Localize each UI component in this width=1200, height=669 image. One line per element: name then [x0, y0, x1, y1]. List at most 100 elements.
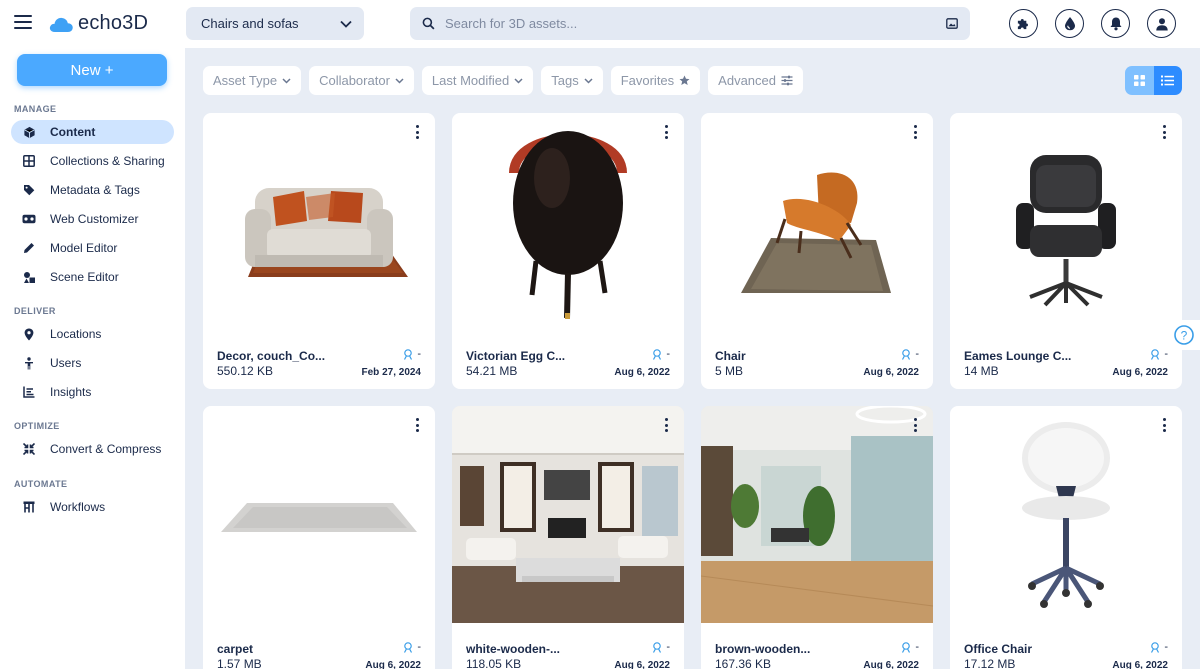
more-options-icon[interactable] — [413, 125, 421, 139]
drop-icon[interactable] — [1055, 9, 1084, 38]
asset-size: 17.12 MB — [964, 657, 1016, 669]
person-icon — [22, 356, 36, 370]
asset-size: 54.21 MB — [466, 364, 518, 378]
filter-label: Last Modified — [431, 73, 510, 88]
asset-size: 5 MB — [715, 364, 744, 378]
filter-label: Advanced — [718, 73, 776, 88]
sidebar-item-convert[interactable]: Convert & Compress — [11, 437, 174, 461]
bar-chart-icon — [22, 385, 36, 399]
sidebar-item-label: Content — [50, 125, 96, 139]
collaborator-icon — [404, 348, 413, 360]
vr-headset-icon — [22, 212, 36, 226]
filter-tags[interactable]: Tags — [541, 66, 603, 95]
user-icon[interactable] — [1147, 9, 1176, 38]
more-options-icon[interactable] — [662, 125, 670, 139]
asset-card[interactable]: Eames Lounge C... - 14 MB Aug 6, 2022 — [950, 113, 1182, 389]
asset-date: Aug 6, 2022 — [365, 660, 421, 669]
asset-size: 1.57 MB — [217, 657, 262, 669]
sidebar-item-content[interactable]: Content — [11, 120, 174, 144]
hamburger-menu-icon[interactable] — [14, 15, 32, 31]
puzzle-icon[interactable] — [1009, 9, 1038, 38]
collaborator-indicator: - — [901, 641, 919, 653]
filter-advanced[interactable]: Advanced — [708, 66, 803, 95]
asset-thumbnail-chair — [741, 172, 891, 293]
sidebar-item-users[interactable]: Users — [11, 351, 174, 375]
sidebar-item-label: Collections & Sharing — [50, 154, 165, 168]
asset-name: Chair — [715, 349, 746, 363]
cloud-logo-icon — [49, 17, 73, 32]
asset-name: Victorian Egg C... — [466, 349, 566, 363]
collaborator-value: - — [915, 348, 919, 360]
sidebar-item-label: Locations — [50, 327, 102, 341]
grid-view-icon[interactable] — [1125, 66, 1154, 95]
sidebar-item-label: Metadata & Tags — [50, 183, 140, 197]
section-label-manage: MANAGE — [14, 104, 57, 114]
filter-asset-type[interactable]: Asset Type — [203, 66, 302, 95]
asset-name: carpet — [217, 642, 254, 656]
asset-thumbnail-office-chair — [1022, 422, 1110, 608]
filter-label: Tags — [551, 73, 579, 88]
sidebar-item-label: Workflows — [50, 500, 106, 514]
chevron-down-icon — [514, 77, 523, 84]
image-search-icon[interactable] — [946, 18, 958, 29]
sidebar-item-collections[interactable]: Collections & Sharing — [11, 149, 174, 173]
sidebar-item-web-customizer[interactable]: Web Customizer — [11, 207, 174, 231]
sidebar: New + MANAGE Content Collections & Shari… — [0, 48, 185, 669]
asset-card[interactable]: Chair - 5 MB Aug 6, 2022 — [701, 113, 933, 389]
asset-size: 14 MB — [964, 364, 999, 378]
filter-label: Favorites — [620, 73, 675, 88]
collaborator-indicator: - — [403, 348, 421, 360]
more-options-icon[interactable] — [911, 418, 919, 432]
sidebar-item-metadata[interactable]: Metadata & Tags — [11, 178, 174, 202]
more-options-icon[interactable] — [1160, 418, 1168, 432]
collaborator-icon — [653, 641, 662, 653]
section-label-deliver: DELIVER — [14, 306, 56, 316]
sidebar-item-model-editor[interactable]: Model Editor — [11, 236, 174, 260]
logo[interactable]: echo3D — [48, 12, 148, 35]
asset-thumbnail-couch — [245, 188, 408, 277]
asset-date: Aug 6, 2022 — [863, 660, 919, 669]
asset-size: 550.12 KB — [217, 364, 274, 378]
sidebar-item-locations[interactable]: Locations — [11, 322, 174, 346]
asset-card[interactable]: Office Chair - 17.12 MB Aug 6, 2022 — [950, 406, 1182, 669]
collaborator-indicator: - — [1150, 641, 1168, 653]
filter-last-modified[interactable]: Last Modified — [421, 66, 534, 95]
help-button[interactable]: ? — [1168, 320, 1200, 350]
more-options-icon[interactable] — [911, 125, 919, 139]
project-select-value: Chairs and sofas — [201, 16, 299, 31]
filter-collaborator[interactable]: Collaborator — [309, 66, 414, 95]
asset-card[interactable]: brown-wooden... - 167.36 KB Aug 6, 2022 — [701, 406, 933, 669]
sidebar-item-workflows[interactable]: Workflows — [11, 495, 174, 519]
search-bar — [410, 7, 970, 40]
section-label-automate: AUTOMATE — [14, 479, 68, 489]
top-bar: echo3D Chairs and sofas — [0, 0, 1200, 48]
search-icon — [422, 17, 435, 30]
sidebar-item-insights[interactable]: Insights — [11, 380, 174, 404]
project-select[interactable]: Chairs and sofas — [186, 7, 364, 40]
sidebar-item-scene-editor[interactable]: Scene Editor — [11, 265, 174, 289]
collaborator-icon — [1151, 641, 1160, 653]
bell-icon[interactable] — [1101, 9, 1130, 38]
collaborator-value: - — [1164, 348, 1168, 360]
asset-card[interactable]: white-wooden-... - 118.05 KB Aug 6, 2022 — [452, 406, 684, 669]
asset-thumbnail-egg-chair — [509, 131, 627, 319]
asset-card[interactable]: Decor, couch_Co... - 550.12 KB Feb 27, 2… — [203, 113, 435, 389]
view-toggle — [1125, 66, 1182, 95]
asset-thumbnail-eames-lounge — [1016, 155, 1116, 307]
asset-thumbnail-carpet — [221, 503, 417, 532]
list-view-icon[interactable] — [1153, 66, 1182, 95]
pencil-icon — [22, 241, 36, 255]
search-input[interactable] — [445, 16, 946, 31]
collaborator-indicator: - — [1150, 348, 1168, 360]
new-button[interactable]: New + — [17, 54, 167, 86]
asset-card[interactable]: Victorian Egg C... - 54.21 MB Aug 6, 202… — [452, 113, 684, 389]
asset-card[interactable]: carpet - 1.57 MB Aug 6, 2022 — [203, 406, 435, 669]
cube-icon — [22, 125, 36, 139]
more-options-icon[interactable] — [662, 418, 670, 432]
filter-favorites[interactable]: Favorites — [610, 66, 701, 95]
collaborator-value: - — [666, 348, 670, 360]
more-options-icon[interactable] — [1160, 125, 1168, 139]
asset-thumbnail-brown-office — [701, 406, 933, 623]
collaborator-indicator: - — [652, 641, 670, 653]
more-options-icon[interactable] — [413, 418, 421, 432]
